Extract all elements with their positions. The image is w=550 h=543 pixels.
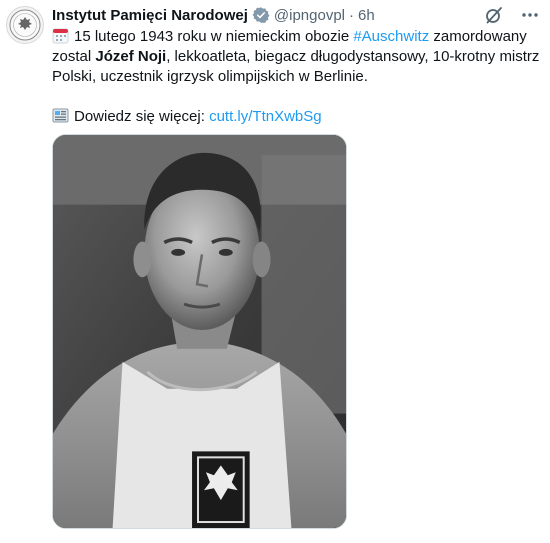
avatar[interactable] — [6, 6, 44, 44]
display-name[interactable]: Instytut Pamięci Narodowej — [52, 7, 248, 24]
handle[interactable]: @ipngovpl — [274, 7, 345, 24]
more-horizontal-icon[interactable] — [520, 5, 540, 25]
verified-badge-icon — [252, 6, 270, 24]
tweet-text: 15 lutego 1943 roku w niemieckim obozie … — [52, 27, 542, 127]
newspaper-emoji-icon — [52, 107, 69, 124]
tweet-photo[interactable] — [52, 134, 347, 529]
tweet-paragraph: 15 lutego 1943 roku w niemieckim obozie … — [52, 27, 542, 87]
tweet-header: Instytut Pamięci Narodowej @ipngovpl · 6… — [52, 4, 540, 26]
calendar-emoji-icon — [52, 27, 69, 44]
ipn-emblem-icon — [9, 9, 41, 41]
runner-portrait-photo — [53, 135, 346, 528]
separator-dot: · — [349, 6, 354, 24]
hashtag-link[interactable]: #Auschwitz — [353, 28, 429, 45]
grok-icon[interactable] — [484, 5, 504, 25]
person-name: Józef Noji — [95, 48, 167, 65]
tweet-link-paragraph: Dowiedz się więcej: cutt.ly/TtnXwbSg — [52, 107, 542, 127]
article-link[interactable]: cutt.ly/TtnXwbSg — [209, 108, 322, 125]
more-info-label: Dowiedz się więcej: — [74, 108, 210, 125]
timestamp[interactable]: 6h — [358, 7, 375, 24]
tweet-text-part: 15 lutego 1943 roku w niemieckim obozie — [74, 28, 354, 45]
